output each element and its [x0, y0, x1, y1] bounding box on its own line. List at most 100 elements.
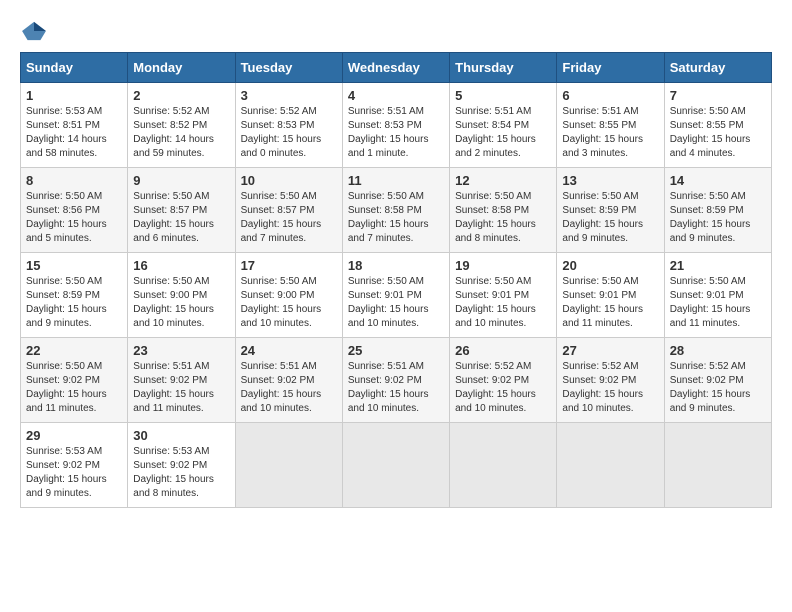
day-number: 2 [133, 88, 229, 103]
day-info: Sunrise: 5:51 AM Sunset: 9:02 PM Dayligh… [133, 360, 229, 416]
calendar-cell [450, 423, 557, 508]
day-number: 5 [455, 88, 551, 103]
day-info: Sunrise: 5:51 AM Sunset: 8:53 PM Dayligh… [348, 105, 444, 161]
col-header-monday: Monday [128, 53, 235, 83]
calendar-cell: 30 Sunrise: 5:53 AM Sunset: 9:02 PM Dayli… [128, 423, 235, 508]
day-number: 27 [562, 343, 658, 358]
calendar-week-5: 29Sunrise: 5:53 AM Sunset: 9:02 PM Dayli… [21, 423, 772, 508]
day-number: 17 [241, 258, 337, 273]
calendar-cell: 28 Sunrise: 5:52 AM Sunset: 9:02 PM Dayli… [664, 338, 771, 423]
day-number: 19 [455, 258, 551, 273]
calendar-cell: 7Sunrise: 5:50 AM Sunset: 8:55 PM Daylig… [664, 83, 771, 168]
calendar-week-3: 15 Sunrise: 5:50 AM Sunset: 8:59 PM Dayli… [21, 253, 772, 338]
col-header-sunday: Sunday [21, 53, 128, 83]
calendar-cell: 25 Sunrise: 5:51 AM Sunset: 9:02 PM Dayli… [342, 338, 449, 423]
calendar-cell: 19 Sunrise: 5:50 AM Sunset: 9:01 PM Dayli… [450, 253, 557, 338]
col-header-wednesday: Wednesday [342, 53, 449, 83]
calendar-cell: 5 Sunrise: 5:51 AM Sunset: 8:54 PM Daylig… [450, 83, 557, 168]
day-number: 14 [670, 173, 766, 188]
calendar-cell: 21 Sunrise: 5:50 AM Sunset: 9:01 PM Dayli… [664, 253, 771, 338]
day-number: 25 [348, 343, 444, 358]
day-number: 20 [562, 258, 658, 273]
calendar-week-1: 1 Sunrise: 5:53 AM Sunset: 8:51 PM Daylig… [21, 83, 772, 168]
day-number: 7 [670, 88, 766, 103]
day-info: Sunrise: 5:52 AM Sunset: 8:52 PM Dayligh… [133, 105, 229, 161]
day-info: Sunrise: 5:52 AM Sunset: 9:02 PM Dayligh… [562, 360, 658, 416]
day-info: Sunrise: 5:50 AM Sunset: 9:02 PM Dayligh… [26, 360, 122, 416]
calendar-cell: 10Sunrise: 5:50 AM Sunset: 8:57 PM Dayli… [235, 168, 342, 253]
day-info: Sunrise: 5:51 AM Sunset: 8:55 PM Dayligh… [562, 105, 658, 161]
day-info: Sunrise: 5:50 AM Sunset: 9:00 PM Dayligh… [133, 275, 229, 331]
day-number: 22 [26, 343, 122, 358]
day-info: Sunrise: 5:50 AM Sunset: 8:58 PM Dayligh… [455, 190, 551, 246]
calendar-week-2: 8 Sunrise: 5:50 AM Sunset: 8:56 PM Daylig… [21, 168, 772, 253]
logo-icon [20, 20, 48, 42]
day-number: 26 [455, 343, 551, 358]
day-info: Sunrise: 5:50 AM Sunset: 8:59 PM Dayligh… [562, 190, 658, 246]
day-info: Sunrise: 5:50 AM Sunset: 9:01 PM Dayligh… [455, 275, 551, 331]
day-info: Sunrise: 5:53 AM Sunset: 9:02 PM Dayligh… [133, 445, 229, 501]
day-info: Sunrise: 5:50 AM Sunset: 9:01 PM Dayligh… [348, 275, 444, 331]
day-number: 13 [562, 173, 658, 188]
day-number: 24 [241, 343, 337, 358]
calendar-cell: 12 Sunrise: 5:50 AM Sunset: 8:58 PM Dayli… [450, 168, 557, 253]
calendar-cell [235, 423, 342, 508]
day-number: 11 [348, 173, 444, 188]
calendar-cell: 15 Sunrise: 5:50 AM Sunset: 8:59 PM Dayli… [21, 253, 128, 338]
day-info: Sunrise: 5:51 AM Sunset: 9:02 PM Dayligh… [348, 360, 444, 416]
logo [20, 20, 52, 42]
day-number: 28 [670, 343, 766, 358]
day-number: 6 [562, 88, 658, 103]
day-info: Sunrise: 5:53 AM Sunset: 8:51 PM Dayligh… [26, 105, 122, 161]
day-info: Sunrise: 5:50 AM Sunset: 9:01 PM Dayligh… [670, 275, 766, 331]
day-number: 15 [26, 258, 122, 273]
day-info: Sunrise: 5:50 AM Sunset: 8:59 PM Dayligh… [670, 190, 766, 246]
calendar-week-4: 22 Sunrise: 5:50 AM Sunset: 9:02 PM Dayli… [21, 338, 772, 423]
calendar-cell: 27 Sunrise: 5:52 AM Sunset: 9:02 PM Dayli… [557, 338, 664, 423]
calendar-table: SundayMondayTuesdayWednesdayThursdayFrid… [20, 52, 772, 508]
day-info: Sunrise: 5:50 AM Sunset: 9:00 PM Dayligh… [241, 275, 337, 331]
calendar-cell [557, 423, 664, 508]
day-info: Sunrise: 5:50 AM Sunset: 8:56 PM Dayligh… [26, 190, 122, 246]
calendar-cell: 24 Sunrise: 5:51 AM Sunset: 9:02 PM Dayli… [235, 338, 342, 423]
day-number: 30 [133, 428, 229, 443]
day-number: 4 [348, 88, 444, 103]
calendar-cell: 16 Sunrise: 5:50 AM Sunset: 9:00 PM Dayli… [128, 253, 235, 338]
calendar-cell: 18 Sunrise: 5:50 AM Sunset: 9:01 PM Dayli… [342, 253, 449, 338]
day-info: Sunrise: 5:52 AM Sunset: 9:02 PM Dayligh… [670, 360, 766, 416]
calendar-cell: 2 Sunrise: 5:52 AM Sunset: 8:52 PM Daylig… [128, 83, 235, 168]
day-number: 18 [348, 258, 444, 273]
day-info: Sunrise: 5:51 AM Sunset: 9:02 PM Dayligh… [241, 360, 337, 416]
calendar-cell: 22 Sunrise: 5:50 AM Sunset: 9:02 PM Dayli… [21, 338, 128, 423]
calendar-cell: 9 Sunrise: 5:50 AM Sunset: 8:57 PM Daylig… [128, 168, 235, 253]
day-info: Sunrise: 5:50 AM Sunset: 8:57 PM Dayligh… [133, 190, 229, 246]
day-info: Sunrise: 5:50 AM Sunset: 8:58 PM Dayligh… [348, 190, 444, 246]
calendar-cell: 26Sunrise: 5:52 AM Sunset: 9:02 PM Dayli… [450, 338, 557, 423]
day-info: Sunrise: 5:50 AM Sunset: 8:59 PM Dayligh… [26, 275, 122, 331]
calendar-cell: 11 Sunrise: 5:50 AM Sunset: 8:58 PM Dayli… [342, 168, 449, 253]
calendar-cell [342, 423, 449, 508]
day-info: Sunrise: 5:51 AM Sunset: 8:54 PM Dayligh… [455, 105, 551, 161]
day-number: 3 [241, 88, 337, 103]
calendar-cell: 23 Sunrise: 5:51 AM Sunset: 9:02 PM Dayli… [128, 338, 235, 423]
col-header-thursday: Thursday [450, 53, 557, 83]
day-info: Sunrise: 5:50 AM Sunset: 8:57 PM Dayligh… [241, 190, 337, 246]
day-number: 9 [133, 173, 229, 188]
day-info: Sunrise: 5:52 AM Sunset: 8:53 PM Dayligh… [241, 105, 337, 161]
header [20, 20, 772, 42]
day-number: 8 [26, 173, 122, 188]
calendar-cell: 29Sunrise: 5:53 AM Sunset: 9:02 PM Dayli… [21, 423, 128, 508]
calendar-cell: 1 Sunrise: 5:53 AM Sunset: 8:51 PM Daylig… [21, 83, 128, 168]
day-number: 1 [26, 88, 122, 103]
calendar-cell: 14 Sunrise: 5:50 AM Sunset: 8:59 PM Dayli… [664, 168, 771, 253]
calendar-cell: 13 Sunrise: 5:50 AM Sunset: 8:59 PM Dayli… [557, 168, 664, 253]
day-number: 23 [133, 343, 229, 358]
calendar-cell: 17 Sunrise: 5:50 AM Sunset: 9:00 PM Dayli… [235, 253, 342, 338]
day-number: 12 [455, 173, 551, 188]
day-number: 21 [670, 258, 766, 273]
col-header-friday: Friday [557, 53, 664, 83]
day-number: 16 [133, 258, 229, 273]
col-header-tuesday: Tuesday [235, 53, 342, 83]
day-info: Sunrise: 5:53 AM Sunset: 9:02 PM Dayligh… [26, 445, 122, 501]
calendar-cell [664, 423, 771, 508]
